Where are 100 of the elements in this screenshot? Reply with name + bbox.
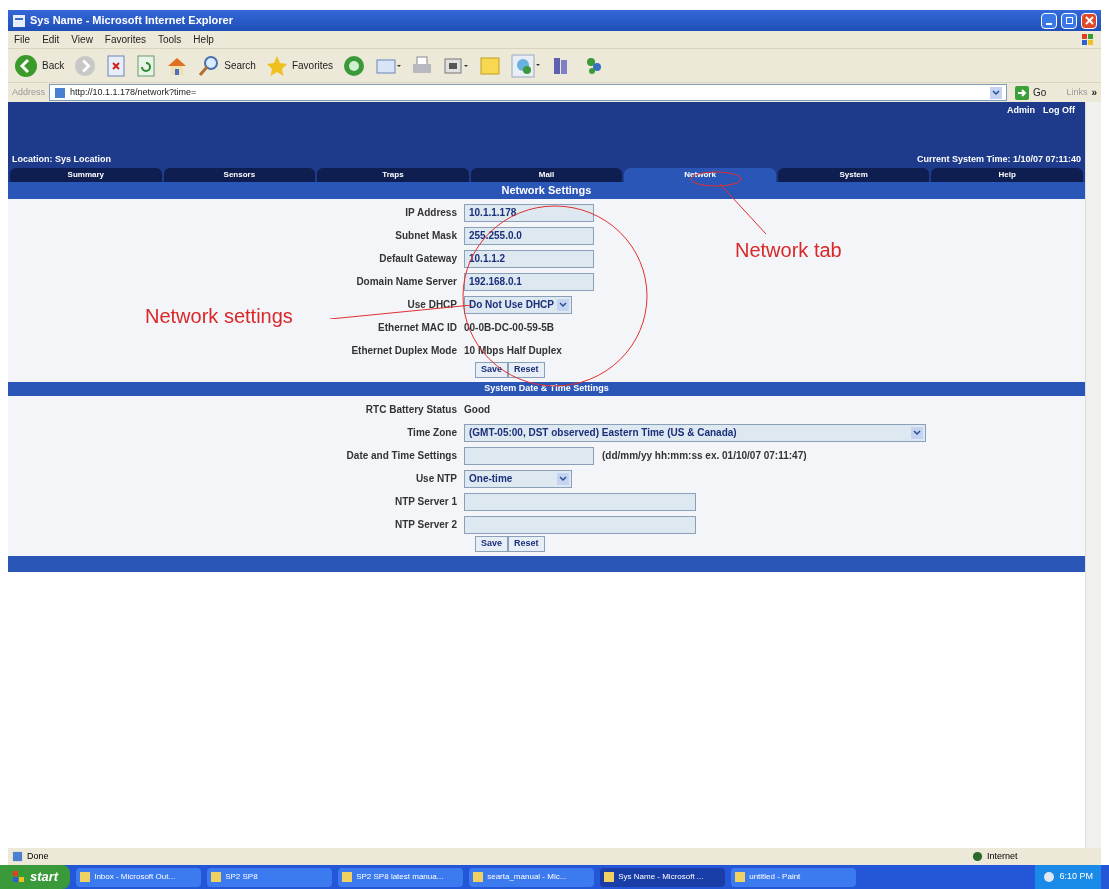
- location-text: Location: Sys Location: [12, 152, 111, 166]
- address-field[interactable]: http://10.1.1.178/network?time=: [49, 84, 1008, 101]
- nav-tab[interactable]: System: [777, 168, 930, 182]
- taskbar-item[interactable]: Sys Name - Microsoft ...: [600, 867, 726, 887]
- input-field[interactable]: [464, 515, 696, 534]
- dropdown[interactable]: One-time: [464, 469, 572, 488]
- nav-tab[interactable]: Summary: [10, 168, 162, 182]
- field-label: Use NTP: [415, 472, 457, 486]
- taskbar-item[interactable]: searta_manual - Mic...: [469, 867, 595, 887]
- menu-item[interactable]: Edit: [42, 32, 60, 47]
- start-button[interactable]: start: [0, 865, 71, 889]
- toolbar-button[interactable]: [106, 54, 127, 77]
- field-label: NTP Server 2: [394, 518, 457, 532]
- window-icon: [342, 872, 353, 882]
- field-label: NTP Server 1: [394, 495, 457, 509]
- field-label: Date and Time Settings: [346, 449, 457, 463]
- chevron-icon: [990, 86, 1003, 99]
- menu-item[interactable]: View: [71, 32, 93, 47]
- close-icon: [1084, 16, 1094, 25]
- window-icon: [80, 872, 91, 882]
- clock: 6:10 PM: [1059, 870, 1093, 884]
- field-label: Default Gateway: [379, 252, 457, 266]
- menu-item[interactable]: Tools: [158, 32, 182, 47]
- field-label: Subnet Mask: [395, 229, 457, 243]
- more-chevron[interactable]: »: [1091, 85, 1097, 100]
- stop-icon: [106, 54, 127, 77]
- menu-item[interactable]: File: [14, 32, 31, 47]
- input-field[interactable]: 192.168.0.1: [464, 272, 594, 291]
- search-icon: [198, 54, 221, 77]
- section-header: System Date & Time Settings: [8, 382, 1085, 396]
- taskbar-item[interactable]: untitled - Paint: [731, 867, 857, 887]
- status-text: Done: [27, 849, 50, 863]
- log-off-link[interactable]: Log Off: [1043, 104, 1075, 118]
- form-button[interactable]: Reset: [508, 536, 545, 552]
- input-field[interactable]: [464, 446, 594, 465]
- refresh-icon: [136, 54, 157, 77]
- value-text: Good: [464, 403, 491, 417]
- window-icon: [473, 872, 484, 882]
- input-field[interactable]: 10.1.1.2: [464, 249, 594, 268]
- field-label: Use DHCP: [407, 298, 457, 312]
- window-icon: [604, 872, 615, 882]
- form-button[interactable]: Save: [475, 362, 509, 378]
- media-icon: [343, 54, 366, 77]
- menu-item[interactable]: Favorites: [104, 32, 146, 47]
- address-label: Address: [12, 85, 46, 99]
- input-field[interactable]: 10.1.1.178: [464, 203, 594, 222]
- input-field[interactable]: [464, 492, 696, 511]
- form-button[interactable]: Save: [475, 536, 509, 552]
- nav-tab[interactable]: Traps: [317, 168, 469, 182]
- taskbar-item[interactable]: SP2 SP8 latest manua...: [338, 867, 464, 887]
- tray-icon: [1043, 871, 1056, 883]
- discussion-icon: [511, 53, 542, 78]
- nav-tab[interactable]: Mail: [470, 168, 623, 182]
- restore-button[interactable]: [1061, 12, 1077, 29]
- page-icon: [54, 86, 67, 99]
- menu-item[interactable]: Help: [193, 32, 214, 47]
- nav-tab[interactable]: Sensors: [163, 168, 316, 182]
- section-header: Network Settings: [8, 182, 1085, 199]
- field-label: Time Zone: [407, 426, 457, 440]
- taskbar-item[interactable]: Inbox - Microsoft Out...: [76, 867, 202, 887]
- chevron-icon: [557, 298, 569, 311]
- toolbar-button[interactable]: Favorites: [265, 54, 334, 77]
- browser-icon: [12, 13, 26, 28]
- chevron-icon: [557, 472, 569, 485]
- system-time: Current System Time: 1/10/07 07:11:40: [917, 152, 1081, 166]
- globe-icon: [972, 851, 983, 862]
- go-button[interactable]: Go: [1011, 85, 1051, 100]
- minimize-button[interactable]: [1041, 12, 1057, 29]
- field-label: Ethernet Duplex Mode: [351, 344, 457, 358]
- field-label: IP Address: [405, 206, 457, 220]
- user-name: Admin: [1007, 104, 1035, 117]
- toolbar-button[interactable]: Search: [198, 54, 256, 77]
- taskbar-item[interactable]: SP2 SP8: [207, 867, 333, 887]
- form-button[interactable]: Reset: [508, 362, 545, 378]
- input-field[interactable]: 255.255.0.0: [464, 226, 594, 245]
- window-icon: [735, 872, 746, 882]
- annotation-label: Network settings: [145, 304, 293, 329]
- zone-text: Internet: [987, 849, 1019, 863]
- field-label: Domain Name Server: [356, 275, 457, 289]
- nav-tab[interactable]: Help: [931, 168, 1084, 182]
- chevron-icon: [911, 426, 923, 439]
- toolbar-button[interactable]: [136, 54, 157, 77]
- field-label: RTC Battery Status: [365, 403, 457, 417]
- toolbar-button[interactable]: Back: [14, 53, 65, 78]
- toolbar-button[interactable]: [511, 53, 542, 78]
- value-text: 00-0B-DC-00-59-5B: [464, 321, 555, 335]
- note-icon: [479, 54, 502, 77]
- star-icon: [265, 54, 288, 77]
- toolbar-button[interactable]: [343, 54, 366, 77]
- format-hint: (dd/mm/yy hh:mm:ss ex. 01/10/07 07:11:47): [602, 449, 807, 463]
- dropdown[interactable]: Do Not Use DHCP: [464, 295, 572, 314]
- windows-logo-icon: [12, 870, 26, 884]
- page-icon: [12, 851, 23, 862]
- annotation-label: Network tab: [735, 238, 842, 263]
- field-label: Ethernet MAC ID: [378, 321, 457, 335]
- windows-logo-icon: [1081, 32, 1095, 47]
- dropdown[interactable]: (GMT-05:00, DST observed) Eastern Time (US & Canada): [464, 423, 926, 442]
- window-title: Sys Name - Microsoft Internet Explorer: [30, 13, 234, 29]
- close-button[interactable]: [1081, 12, 1097, 29]
- leader-line: [720, 184, 766, 234]
